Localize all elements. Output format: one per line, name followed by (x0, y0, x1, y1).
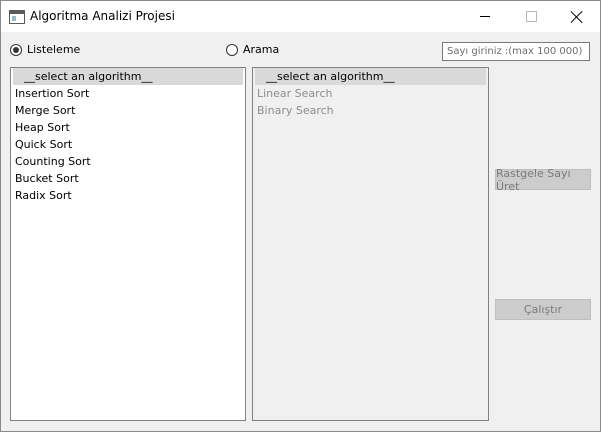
list-item-counting-sort[interactable]: Counting Sort (11, 153, 245, 170)
list-item-bucket-sort[interactable]: Bucket Sort (11, 170, 245, 187)
list-item-merge-sort[interactable]: Merge Sort (11, 102, 245, 119)
list-item-radix-sort[interactable]: Radix Sort (11, 187, 245, 204)
list-item-binary-search[interactable]: Binary Search (253, 102, 488, 119)
sort-list-header[interactable]: __select an algorithm__ (13, 68, 243, 85)
radio-arama-label: Arama (243, 43, 280, 56)
list-item-linear-search[interactable]: Linear Search (253, 85, 488, 102)
window-title: Algoritma Analizi Projesi (30, 9, 175, 23)
search-list-header[interactable]: __select an algorithm__ (255, 68, 486, 85)
list-item-heap-sort[interactable]: Heap Sort (11, 119, 245, 136)
list-item-quick-sort[interactable]: Quick Sort (11, 136, 245, 153)
app-window: Algoritma Analizi Projesi Listeleme Aram… (0, 0, 601, 432)
radio-listeleme-label: Listeleme (27, 43, 81, 56)
radio-listeleme[interactable]: Listeleme (10, 43, 80, 56)
maximize-icon (525, 11, 537, 22)
random-number-button[interactable]: Rastgele Sayı Üret (495, 167, 591, 193)
minimize-icon (480, 16, 490, 17)
radio-listeleme-indicator[interactable] (10, 43, 22, 56)
radio-arama-indicator[interactable] (226, 43, 238, 56)
number-input[interactable] (443, 43, 589, 60)
close-icon (571, 11, 583, 23)
number-input-field[interactable] (442, 42, 590, 61)
close-button[interactable] (554, 1, 600, 32)
maximize-button[interactable] (508, 1, 554, 32)
radio-arama[interactable]: Arama (226, 43, 279, 56)
list-item-insertion-sort[interactable]: Insertion Sort (11, 85, 245, 102)
minimize-button[interactable] (462, 1, 508, 32)
app-window-icon (9, 10, 25, 24)
title-bar: Algoritma Analizi Projesi (1, 1, 600, 32)
sort-algorithm-list[interactable]: __select an algorithm__ Insertion Sort M… (10, 67, 246, 421)
run-button[interactable]: Çalıştır (495, 299, 591, 320)
search-algorithm-list[interactable]: __select an algorithm__ Linear Search Bi… (252, 67, 489, 421)
